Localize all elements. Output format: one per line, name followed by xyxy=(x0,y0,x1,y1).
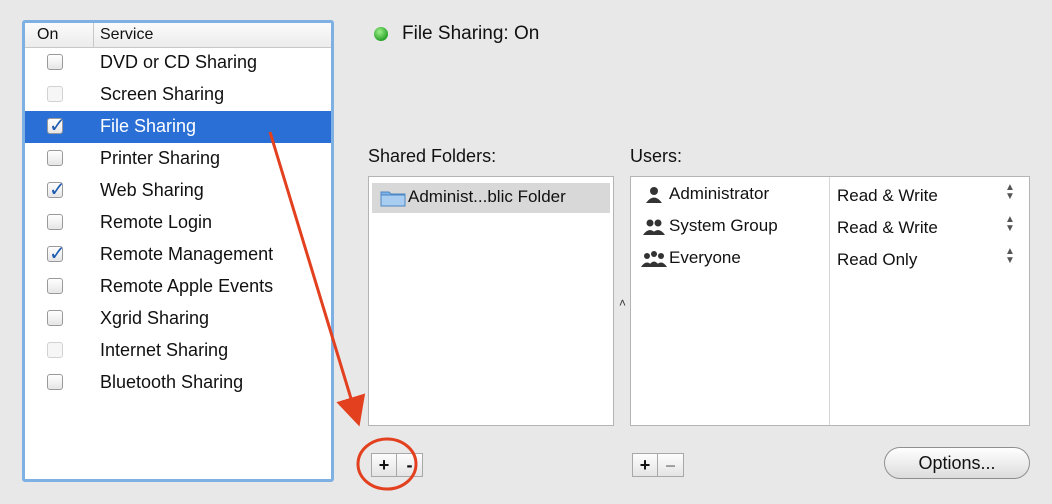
service-label: File Sharing xyxy=(100,116,197,136)
column-header-on[interactable]: On xyxy=(37,26,58,44)
permission-select[interactable]: Read & Write xyxy=(837,218,938,238)
splitter-handle-icon[interactable]: ˄ xyxy=(619,296,626,310)
remove-user-button[interactable]: – xyxy=(658,453,684,477)
column-header-service[interactable]: Service xyxy=(100,26,153,44)
permission-select[interactable]: Read & Write xyxy=(837,186,938,206)
add-user-button[interactable]: + xyxy=(632,453,658,477)
stepper-arrows-icon[interactable]: ▲ ▼ xyxy=(1005,215,1015,234)
services-list-header: On Service xyxy=(25,23,331,48)
service-row-internet-sharing[interactable]: Internet Sharing xyxy=(25,335,331,367)
service-label: Xgrid Sharing xyxy=(100,308,210,328)
shared-folders-title: Shared Folders: xyxy=(368,146,497,166)
service-label: Remote Management xyxy=(100,244,274,264)
service-label: DVD or CD Sharing xyxy=(100,52,258,72)
service-checkbox[interactable] xyxy=(47,150,63,166)
user-name: Administrator xyxy=(669,184,770,203)
status-indicator-icon xyxy=(374,27,388,41)
checkmark-icon: ✓ xyxy=(49,179,66,201)
service-label: Internet Sharing xyxy=(100,340,229,360)
service-row-remote-management[interactable]: ✓ Remote Management xyxy=(25,239,331,271)
user-name: Everyone xyxy=(669,248,741,267)
service-checkbox[interactable]: ✓ xyxy=(47,179,66,201)
checkmark-icon: ✓ xyxy=(49,243,66,265)
service-row-remote-apple-events[interactable]: Remote Apple Events xyxy=(25,271,331,303)
service-checkbox[interactable] xyxy=(47,310,63,326)
service-row-file-sharing[interactable]: ✓ File Sharing xyxy=(25,111,331,143)
service-row-dvd-or-cd-sharing[interactable]: DVD or CD Sharing xyxy=(25,47,331,79)
add-folder-button[interactable]: + xyxy=(371,453,397,477)
service-row-xgrid-sharing[interactable]: Xgrid Sharing xyxy=(25,303,331,335)
group-icon xyxy=(643,219,665,235)
options-button[interactable]: Options... xyxy=(884,447,1030,479)
service-label: Screen Sharing xyxy=(100,84,225,104)
everyone-icon xyxy=(641,251,667,267)
column-divider xyxy=(93,23,94,47)
service-checkbox[interactable] xyxy=(47,342,63,358)
service-checkbox[interactable] xyxy=(47,54,63,70)
stepper-arrows-icon[interactable]: ▲ ▼ xyxy=(1005,247,1015,266)
service-label: Remote Login xyxy=(100,212,213,232)
permission-select[interactable]: Read Only xyxy=(837,250,917,270)
table-row[interactable]: Administrator Read & Write ▲ ▼ xyxy=(631,179,1029,211)
service-row-printer-sharing[interactable]: Printer Sharing xyxy=(25,143,331,175)
table-row[interactable]: System Group Read & Write ▲ ▼ xyxy=(631,211,1029,243)
service-checkbox[interactable]: ✓ xyxy=(47,243,66,265)
list-item[interactable]: Administ...blic Folder xyxy=(372,183,610,213)
service-row-bluetooth-sharing[interactable]: Bluetooth Sharing xyxy=(25,367,331,399)
single-user-icon xyxy=(646,187,662,203)
folder-label: Administ...blic Folder xyxy=(408,187,566,206)
user-name: System Group xyxy=(669,216,778,235)
users-title: Users: xyxy=(630,146,683,166)
service-row-screen-sharing[interactable]: Screen Sharing xyxy=(25,79,331,111)
service-label: Printer Sharing xyxy=(100,148,221,168)
table-row[interactable]: Everyone Read Only ▲ ▼ xyxy=(631,243,1029,275)
stepper-arrows-icon[interactable]: ▲ ▼ xyxy=(1005,183,1015,202)
service-label: Web Sharing xyxy=(100,180,204,200)
service-checkbox[interactable] xyxy=(47,86,63,102)
service-label: Remote Apple Events xyxy=(100,276,274,296)
services-list[interactable]: On Service DVD or CD Sharing Screen Shar… xyxy=(22,20,334,482)
service-row-web-sharing[interactable]: ✓ Web Sharing xyxy=(25,175,331,207)
service-checkbox[interactable] xyxy=(47,214,63,230)
service-checkbox[interactable] xyxy=(47,278,63,294)
checkmark-icon: ✓ xyxy=(49,115,66,137)
service-checkbox[interactable] xyxy=(47,374,63,390)
service-label: Bluetooth Sharing xyxy=(100,372,244,392)
folder-icon xyxy=(380,191,406,207)
users-list[interactable]: Administrator Read & Write ▲ ▼ System Gro… xyxy=(630,176,1030,426)
status-text: File Sharing: On xyxy=(402,23,540,44)
shared-folders-list[interactable]: Administ...blic Folder xyxy=(368,176,614,426)
service-row-remote-login[interactable]: Remote Login xyxy=(25,207,331,239)
service-checkbox[interactable]: ✓ xyxy=(47,115,66,137)
remove-folder-button[interactable]: - xyxy=(397,453,423,477)
